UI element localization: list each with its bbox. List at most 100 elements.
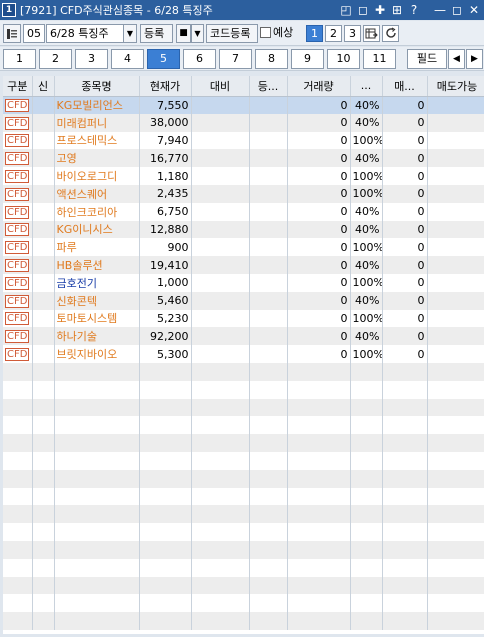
empty-row[interactable]: [3, 540, 484, 559]
col-header[interactable]: 현재가: [139, 76, 192, 97]
empty-row[interactable]: [3, 469, 484, 488]
stock-name-cell[interactable]: 파루: [54, 238, 140, 257]
col-header[interactable]: 등...: [249, 76, 288, 97]
col-header[interactable]: 매...: [382, 76, 428, 97]
stock-name-cell[interactable]: HB솔루션: [54, 256, 140, 274]
stock-name-cell[interactable]: 브릿지바이오: [54, 345, 140, 363]
stock-name-cell[interactable]: 액션스퀘어: [54, 184, 140, 203]
page-tab-3[interactable]: 3: [75, 49, 108, 69]
stock-name[interactable]: KG이니시스: [57, 223, 113, 236]
empty-row[interactable]: [3, 416, 484, 435]
table-row[interactable]: CFD 금호전기 1,000 0 100% 0: [3, 273, 484, 292]
field-button[interactable]: 필드: [407, 49, 447, 69]
square-icon[interactable]: ■: [176, 24, 191, 43]
table-row[interactable]: CFD 미래컴퍼니 38,000 0 40% 0: [3, 113, 484, 132]
close-icon[interactable]: ✕: [466, 2, 482, 18]
table-row[interactable]: CFD 프로스테믹스 7,940 0 100% 0: [3, 131, 484, 150]
empty-row[interactable]: [3, 612, 484, 630]
stock-name[interactable]: 액션스퀘어: [57, 188, 108, 201]
stock-name-cell[interactable]: KG이니시스: [54, 220, 140, 239]
page-tab-1[interactable]: 1: [3, 49, 36, 69]
stock-name-cell[interactable]: 고영: [54, 149, 140, 168]
group-name-select[interactable]: 6/28 특징주: [46, 24, 124, 43]
code-register-button[interactable]: 코드등록: [206, 24, 258, 43]
page-tab-11[interactable]: 11: [363, 49, 396, 69]
stock-name-cell[interactable]: 금호전기: [54, 273, 140, 292]
table-row[interactable]: CFD KG이니시스 12,880 0 40% 0: [3, 220, 484, 239]
empty-row[interactable]: [3, 487, 484, 506]
stock-name-cell[interactable]: 프로스테믹스: [54, 131, 140, 150]
stock-name[interactable]: 토마토시스템: [57, 312, 118, 325]
link-window-icon[interactable]: ◰: [338, 2, 354, 18]
stock-name[interactable]: 하인크코리아: [57, 206, 118, 219]
stock-name[interactable]: 파루: [57, 241, 77, 254]
view-button-1[interactable]: 1: [306, 25, 323, 42]
page-tab-8[interactable]: 8: [255, 49, 288, 69]
window-icon[interactable]: 1: [2, 3, 16, 17]
forecast-checkbox[interactable]: 예상: [260, 24, 302, 43]
stock-name[interactable]: 고영: [57, 152, 77, 165]
table-row[interactable]: CFD 브릿지바이오 5,300 0 100% 0: [3, 345, 484, 363]
stock-name-cell[interactable]: 바이오로그디: [54, 167, 140, 185]
empty-row[interactable]: [3, 523, 484, 541]
table-row[interactable]: CFD 신화콘텍 5,460 0 40% 0: [3, 291, 484, 310]
table-row[interactable]: CFD KG모빌리언스 7,550 0 40% 0: [3, 96, 484, 114]
stock-name-cell[interactable]: KG모빌리언스: [54, 96, 140, 114]
page-tab-7[interactable]: 7: [219, 49, 252, 69]
scroll-right-icon[interactable]: ▶: [466, 49, 483, 69]
chevron-down-icon[interactable]: ▼: [123, 24, 137, 43]
list-menu-icon[interactable]: [3, 24, 21, 43]
stock-name-cell[interactable]: 토마토시스템: [54, 309, 140, 328]
stock-name-cell[interactable]: 신화콘텍: [54, 291, 140, 310]
table-row[interactable]: CFD 하나기술 92,200 0 40% 0: [3, 327, 484, 346]
empty-row[interactable]: [3, 558, 484, 577]
page-tab-6[interactable]: 6: [183, 49, 216, 69]
chevron-down-icon[interactable]: ▼: [191, 24, 204, 43]
table-row[interactable]: CFD HB솔루션 19,410 0 40% 0: [3, 256, 484, 274]
col-header[interactable]: 거래량: [287, 76, 351, 97]
page-tab-4[interactable]: 4: [111, 49, 144, 69]
stock-name[interactable]: 브릿지바이오: [57, 348, 118, 361]
table-row[interactable]: CFD 토마토시스템 5,230 0 100% 0: [3, 309, 484, 328]
table-row[interactable]: CFD 파루 900 0 100% 0: [3, 238, 484, 257]
page-tab-5[interactable]: 5: [147, 49, 180, 69]
table-row[interactable]: CFD 하인크코리아 6,750 0 40% 0: [3, 202, 484, 221]
stock-name-cell[interactable]: 하나기술: [54, 327, 140, 346]
pin-icon[interactable]: ✚: [372, 2, 388, 18]
group-number-field[interactable]: 05: [23, 24, 45, 43]
col-header[interactable]: 신: [32, 76, 55, 97]
maximize-icon[interactable]: ◻: [449, 2, 465, 18]
export-icon[interactable]: [363, 25, 380, 42]
page-tab-2[interactable]: 2: [39, 49, 72, 69]
grid-settings-icon[interactable]: ⊞: [389, 2, 405, 18]
stock-name[interactable]: KG모빌리언스: [57, 99, 123, 112]
empty-row[interactable]: [3, 576, 484, 595]
col-header[interactable]: 대비: [191, 76, 250, 97]
help-icon[interactable]: ?: [406, 2, 422, 18]
empty-row[interactable]: [3, 505, 484, 524]
stock-name[interactable]: 프로스테믹스: [57, 134, 118, 147]
empty-row[interactable]: [3, 362, 484, 381]
stock-name-cell[interactable]: 하인크코리아: [54, 202, 140, 221]
col-header[interactable]: 매도가능: [427, 76, 484, 97]
checkbox-icon[interactable]: [260, 27, 271, 38]
col-header[interactable]: 구분: [3, 76, 33, 97]
minimize-icon[interactable]: —: [432, 2, 448, 18]
empty-row[interactable]: [3, 594, 484, 613]
copy-window-icon[interactable]: ◻: [355, 2, 371, 18]
table-row[interactable]: CFD 고영 16,770 0 40% 0: [3, 149, 484, 168]
page-tab-10[interactable]: 10: [327, 49, 360, 69]
table-row[interactable]: CFD 액션스퀘어 2,435 0 100% 0: [3, 184, 484, 203]
stock-name[interactable]: 금호전기: [57, 277, 97, 290]
refresh-icon[interactable]: [382, 25, 399, 42]
scroll-left-icon[interactable]: ◀: [448, 49, 465, 69]
col-header[interactable]: 종목명: [54, 76, 140, 97]
page-tab-9[interactable]: 9: [291, 49, 324, 69]
stock-name[interactable]: 신화콘텍: [57, 295, 97, 308]
empty-row[interactable]: [3, 398, 484, 417]
view-button-2[interactable]: 2: [325, 25, 342, 42]
stock-name[interactable]: 바이오로그디: [57, 170, 118, 183]
empty-row[interactable]: [3, 380, 484, 399]
table-row[interactable]: CFD 바이오로그디 1,180 0 100% 0: [3, 167, 484, 185]
view-button-3[interactable]: 3: [344, 25, 361, 42]
